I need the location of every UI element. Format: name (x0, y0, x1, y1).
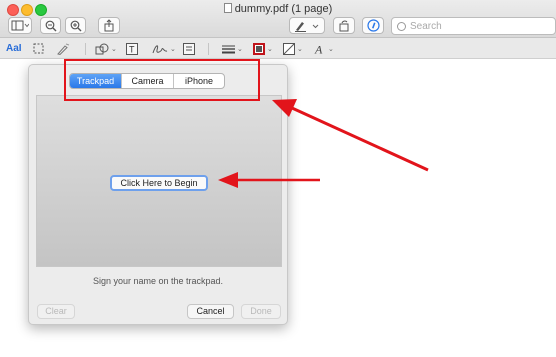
share-icon (104, 19, 114, 32)
click-here-to-begin-button[interactable]: Click Here to Begin (110, 175, 208, 191)
window-title-container: dummy.pdf (1 page) (0, 3, 556, 15)
fill-color-icon (283, 42, 295, 55)
pen-circle-icon (366, 19, 380, 32)
chevron-down-icon: ⌄ (297, 45, 303, 53)
rotate-button[interactable] (333, 17, 355, 34)
toolbar-separator (208, 43, 209, 55)
sidebar-icon (11, 20, 29, 31)
signature-icon (152, 44, 168, 53)
text-selection-tool[interactable]: AaI (6, 41, 22, 56)
pdf-document-icon (223, 3, 232, 13)
chevron-down-icon: ⌄ (170, 45, 176, 53)
zoom-out-icon (45, 20, 56, 31)
search-placeholder: Search (410, 20, 442, 32)
rectangular-selection-tool[interactable] (33, 41, 44, 56)
note-tool[interactable] (183, 41, 195, 56)
clear-button[interactable]: Clear (37, 304, 75, 319)
pen-markup-icon (295, 21, 319, 32)
text-style-icon: A (314, 43, 323, 55)
shapes-icon (95, 43, 109, 54)
shape-style-tool[interactable]: ⌄ (222, 41, 243, 56)
rotate-icon (339, 20, 349, 31)
border-color-tool[interactable]: ⌄ (253, 41, 273, 56)
svg-text:T: T (129, 44, 135, 54)
share-button[interactable] (98, 17, 120, 34)
markup-toolbar: AaI ⌄ T ⌄ ⌄ ⌄ ⌄ A ⌄ (0, 38, 556, 59)
cancel-button[interactable]: Cancel (187, 304, 234, 319)
zoom-in-button[interactable] (65, 17, 86, 34)
note-icon (183, 42, 195, 55)
markup-toolbar-button[interactable] (289, 17, 325, 34)
text-style-tool[interactable]: A ⌄ (314, 41, 334, 56)
search-icon (397, 21, 406, 31)
sketch-icon (57, 43, 70, 55)
search-field[interactable]: Search (391, 17, 556, 35)
sketch-tool[interactable] (57, 41, 70, 56)
window-title: dummy.pdf (1 page) (234, 3, 333, 15)
chevron-down-icon: ⌄ (237, 45, 243, 53)
svg-text:A: A (314, 43, 323, 55)
done-button[interactable]: Done (241, 304, 281, 319)
signature-panel: Trackpad Camera iPhone Click Here to Beg… (28, 64, 288, 325)
text-box-icon: T (126, 42, 138, 55)
annotation-arrow-tabs (272, 99, 429, 172)
annotate-button[interactable] (362, 17, 384, 34)
sidebar-view-button[interactable] (8, 17, 32, 34)
zoom-out-button[interactable] (40, 17, 61, 34)
fill-color-tool[interactable]: ⌄ (283, 41, 303, 56)
shapes-tool[interactable]: ⌄ (95, 41, 117, 56)
signature-drawing-area[interactable]: Click Here to Begin (36, 95, 282, 267)
zoom-in-icon (70, 20, 81, 31)
text-box-tool[interactable]: T (126, 41, 138, 56)
chevron-down-icon: ⌄ (328, 45, 334, 53)
signature-tool[interactable]: ⌄ (152, 41, 176, 56)
rect-selection-icon (33, 43, 44, 54)
chevron-down-icon: ⌄ (111, 45, 117, 53)
chevron-down-icon: ⌄ (267, 45, 273, 53)
toolbar-separator (85, 43, 86, 55)
border-color-icon (253, 42, 265, 55)
annotation-highlight-box (64, 59, 260, 101)
signature-instructions: Sign your name on the trackpad. (92, 276, 224, 286)
title-bar: dummy.pdf (1 page) Search (0, 0, 556, 38)
line-style-icon (222, 45, 235, 53)
